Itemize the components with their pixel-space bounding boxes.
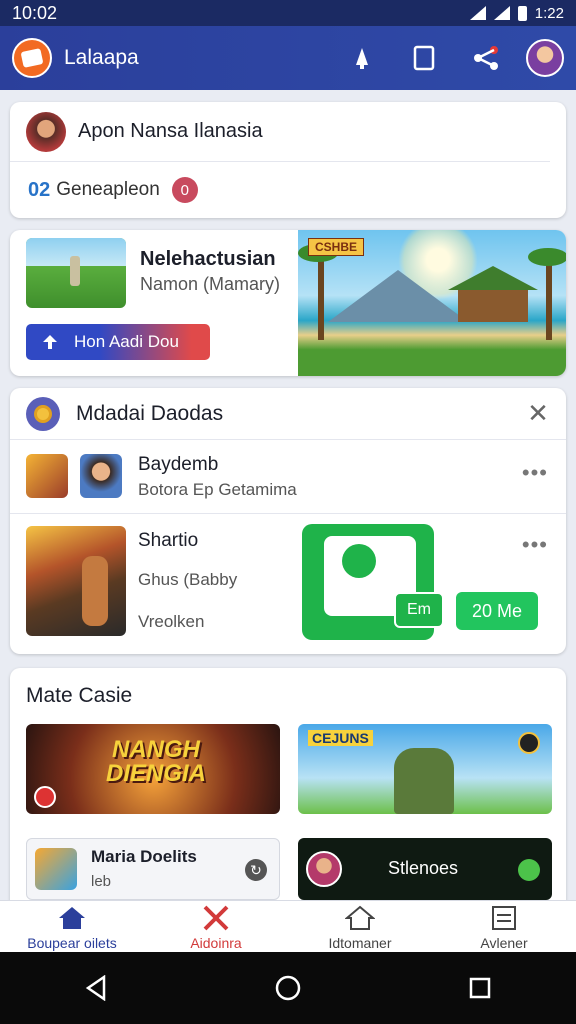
profile-card: Apon Nansa Ilanasia 02 Geneapleon 0 bbox=[10, 102, 566, 218]
house-outline-icon bbox=[345, 905, 375, 930]
nav-item-second[interactable]: Aidoinra bbox=[144, 901, 288, 952]
share-icon[interactable] bbox=[466, 38, 506, 78]
bottom-navigation: Boupear oilets Aidoinra Idtomaner Avlene… bbox=[0, 900, 576, 952]
profile-avatar bbox=[26, 111, 66, 152]
game-tile-title: Stlenoes bbox=[388, 858, 459, 878]
game-icon bbox=[35, 848, 77, 890]
wifi-icon bbox=[469, 6, 486, 20]
nav-label: Idtomaner bbox=[328, 935, 392, 951]
nav-label: Boupear oilets bbox=[27, 935, 117, 951]
app-tag-label: Em bbox=[394, 592, 444, 628]
game-banner[interactable]: NANGH DIENGIA bbox=[26, 724, 280, 814]
game-icon bbox=[80, 454, 122, 498]
list-item[interactable]: Shartio Ghus (Babby Vreolken Em 20 Me ••… bbox=[10, 514, 566, 654]
notification-bell-icon[interactable] bbox=[342, 38, 382, 78]
refresh-icon[interactable]: ↻ bbox=[245, 859, 267, 881]
games-card-title: Mdadai Daodas bbox=[76, 401, 224, 425]
upload-arrow-icon bbox=[43, 335, 57, 349]
more-options-icon[interactable]: ••• bbox=[522, 532, 548, 558]
game-tile-subtitle: leb bbox=[91, 873, 112, 890]
recents-square-icon bbox=[469, 977, 491, 999]
home-button[interactable] bbox=[258, 958, 318, 1018]
home-circle-icon bbox=[275, 975, 301, 1001]
profile-name: Apon Nansa Ilanasia bbox=[78, 120, 263, 142]
nav-label: Avlener bbox=[480, 935, 528, 951]
promo-title: Nelehactusian bbox=[140, 248, 276, 270]
count-badge: 0 bbox=[171, 177, 198, 203]
status-bar: 10:02 1:22 bbox=[0, 0, 576, 26]
back-triangle-icon bbox=[85, 975, 106, 1001]
game-icon bbox=[26, 454, 68, 498]
list-item-line3: Vreolken bbox=[138, 612, 205, 631]
app-logo-icon bbox=[342, 544, 376, 578]
hut-graphic bbox=[448, 266, 538, 322]
nav-item-fourth[interactable]: Avlener bbox=[432, 901, 576, 952]
more-games-card: Mate Casie NANGH DIENGIA CEJUNS Maria Do… bbox=[10, 668, 566, 920]
game-banner[interactable]: CEJUNS bbox=[298, 724, 552, 814]
cross-icon bbox=[203, 905, 229, 931]
app-logo[interactable] bbox=[12, 38, 52, 78]
promo-action-button[interactable]: Hon Aadi Dou bbox=[26, 324, 210, 360]
app-bar: Lalaapa bbox=[0, 26, 576, 90]
home-icon bbox=[59, 907, 85, 929]
game-tile[interactable]: Stlenoes bbox=[298, 838, 552, 900]
status-dot-icon bbox=[518, 859, 540, 881]
list-item-title: Baydemb bbox=[138, 454, 219, 475]
promo-button-label: Hon Aadi Dou bbox=[74, 332, 179, 351]
avatar bbox=[306, 851, 342, 887]
more-options-icon[interactable]: ••• bbox=[522, 460, 548, 486]
document-icon bbox=[492, 906, 516, 930]
banner-tag: CSHBE bbox=[308, 238, 365, 256]
character-graphic bbox=[394, 748, 454, 814]
coin-icon bbox=[26, 396, 60, 431]
recents-button[interactable] bbox=[450, 958, 510, 1018]
battery-icon bbox=[517, 5, 527, 21]
mountain-graphic bbox=[328, 270, 468, 322]
nav-label: Aidoinra bbox=[190, 935, 242, 951]
promo-subtitle: Namon (Mamary) bbox=[140, 274, 281, 294]
list-item[interactable]: Baydemb Botora Ep Getamima ••• bbox=[10, 440, 566, 514]
list-item-line2: Ghus (Babby bbox=[138, 570, 238, 589]
status-right-text: 1:22 bbox=[534, 4, 564, 22]
games-card: Mdadai Daodas ✕ Baydemb Botora Ep Getami… bbox=[10, 388, 566, 654]
status-time: 10:02 bbox=[12, 2, 58, 23]
profile-stats-row[interactable]: 02 Geneapleon 0 bbox=[10, 162, 566, 218]
game-logo-text: NANGH DIENGIA bbox=[105, 736, 206, 787]
section-title: Mate Casie bbox=[26, 684, 133, 707]
app-title: Lalaapa bbox=[64, 46, 139, 69]
palm-tree-graphic bbox=[318, 250, 324, 340]
games-card-header: Mdadai Daodas ✕ bbox=[10, 388, 566, 440]
app-store-card[interactable]: Em bbox=[302, 524, 444, 640]
palm-frond-graphic bbox=[528, 248, 566, 266]
game-thumbnail bbox=[26, 526, 126, 636]
nav-item-third[interactable]: Idtomaner bbox=[288, 901, 432, 952]
download-size-button[interactable]: 20 Me bbox=[456, 592, 538, 630]
signal-icon bbox=[493, 6, 510, 20]
tablet-icon[interactable] bbox=[404, 38, 444, 78]
status-icons: 1:22 bbox=[469, 4, 564, 22]
promo-thumbnail[interactable] bbox=[26, 238, 126, 308]
game-tile[interactable]: Maria Doelits leb ↻ bbox=[26, 838, 280, 900]
promo-banner-image[interactable]: CSHBE bbox=[298, 230, 566, 376]
user-avatar[interactable] bbox=[526, 39, 564, 77]
nav-item-home[interactable]: Boupear oilets bbox=[0, 901, 144, 952]
back-button[interactable] bbox=[66, 958, 126, 1018]
list-item-subtitle: Botora Ep Getamima bbox=[138, 480, 297, 499]
list-item-title: Shartio bbox=[138, 530, 199, 551]
record-icon bbox=[34, 786, 56, 808]
profile-row[interactable]: Apon Nansa Ilanasia bbox=[10, 102, 550, 162]
system-navigation-bar bbox=[0, 952, 576, 1024]
profile-label: Geneapleon bbox=[56, 179, 160, 200]
profile-number: 02 bbox=[28, 178, 51, 201]
close-icon[interactable]: ✕ bbox=[518, 398, 558, 429]
game-banner-label: CEJUNS bbox=[308, 730, 373, 746]
game-tile-title: Maria Doelits bbox=[91, 847, 197, 866]
promo-card: Nelehactusian Namon (Mamary) Hon Aadi Do… bbox=[10, 230, 566, 376]
badge-icon bbox=[518, 732, 540, 754]
